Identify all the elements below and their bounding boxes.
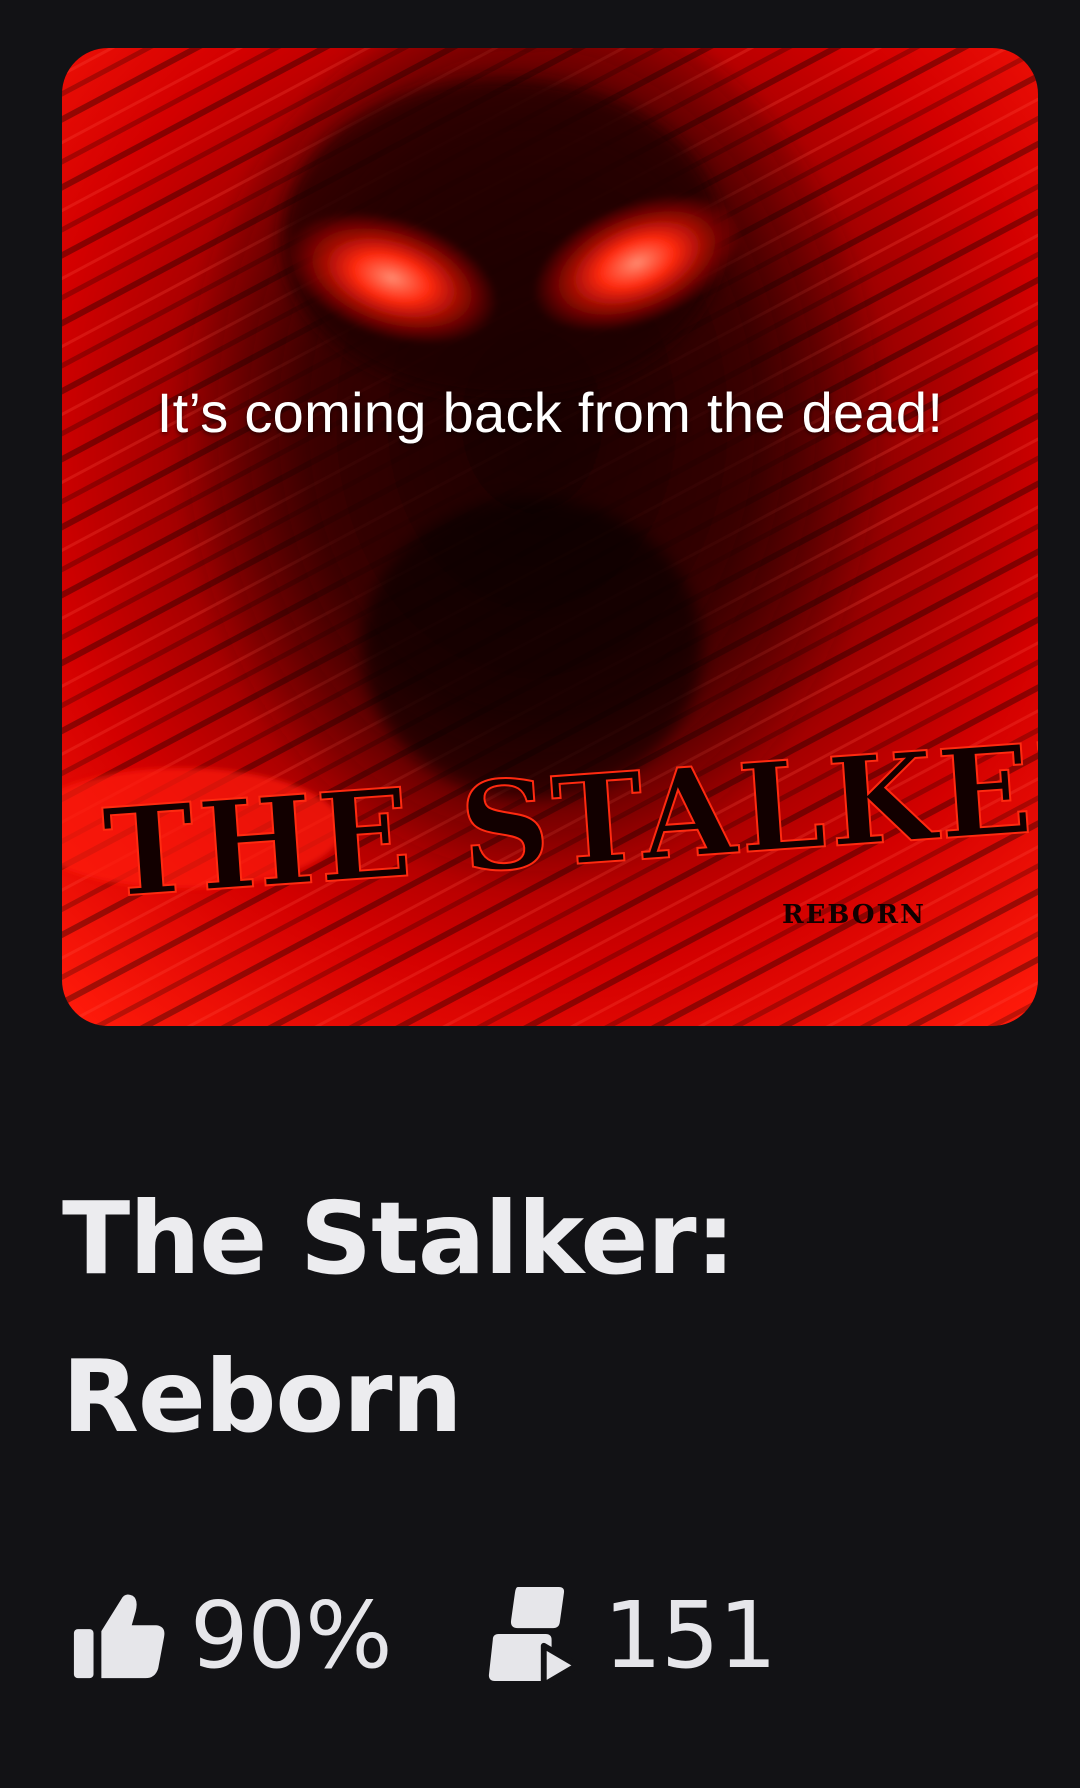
- rating-value: 90%: [190, 1581, 392, 1689]
- thumbnail-logo-subtext: REBORN: [782, 900, 926, 930]
- rating-stat: 90%: [70, 1581, 392, 1689]
- game-card[interactable]: THE STALKER REBORN It’s coming back from…: [0, 0, 1080, 1788]
- thumbnail-artwork: THE STALKER REBORN: [62, 48, 1038, 1026]
- game-title[interactable]: The Stalker: Reborn: [62, 1160, 962, 1476]
- thumbs-up-icon: [73, 1594, 165, 1679]
- players-icon: [489, 1586, 581, 1687]
- game-stats: 90% 151: [70, 1580, 777, 1690]
- overlay-caption: It’s coming back from the dead!: [156, 381, 944, 444]
- players-stat: 151: [483, 1581, 777, 1689]
- players-value: 151: [603, 1581, 777, 1689]
- game-thumbnail[interactable]: THE STALKER REBORN It’s coming back from…: [62, 48, 1038, 1026]
